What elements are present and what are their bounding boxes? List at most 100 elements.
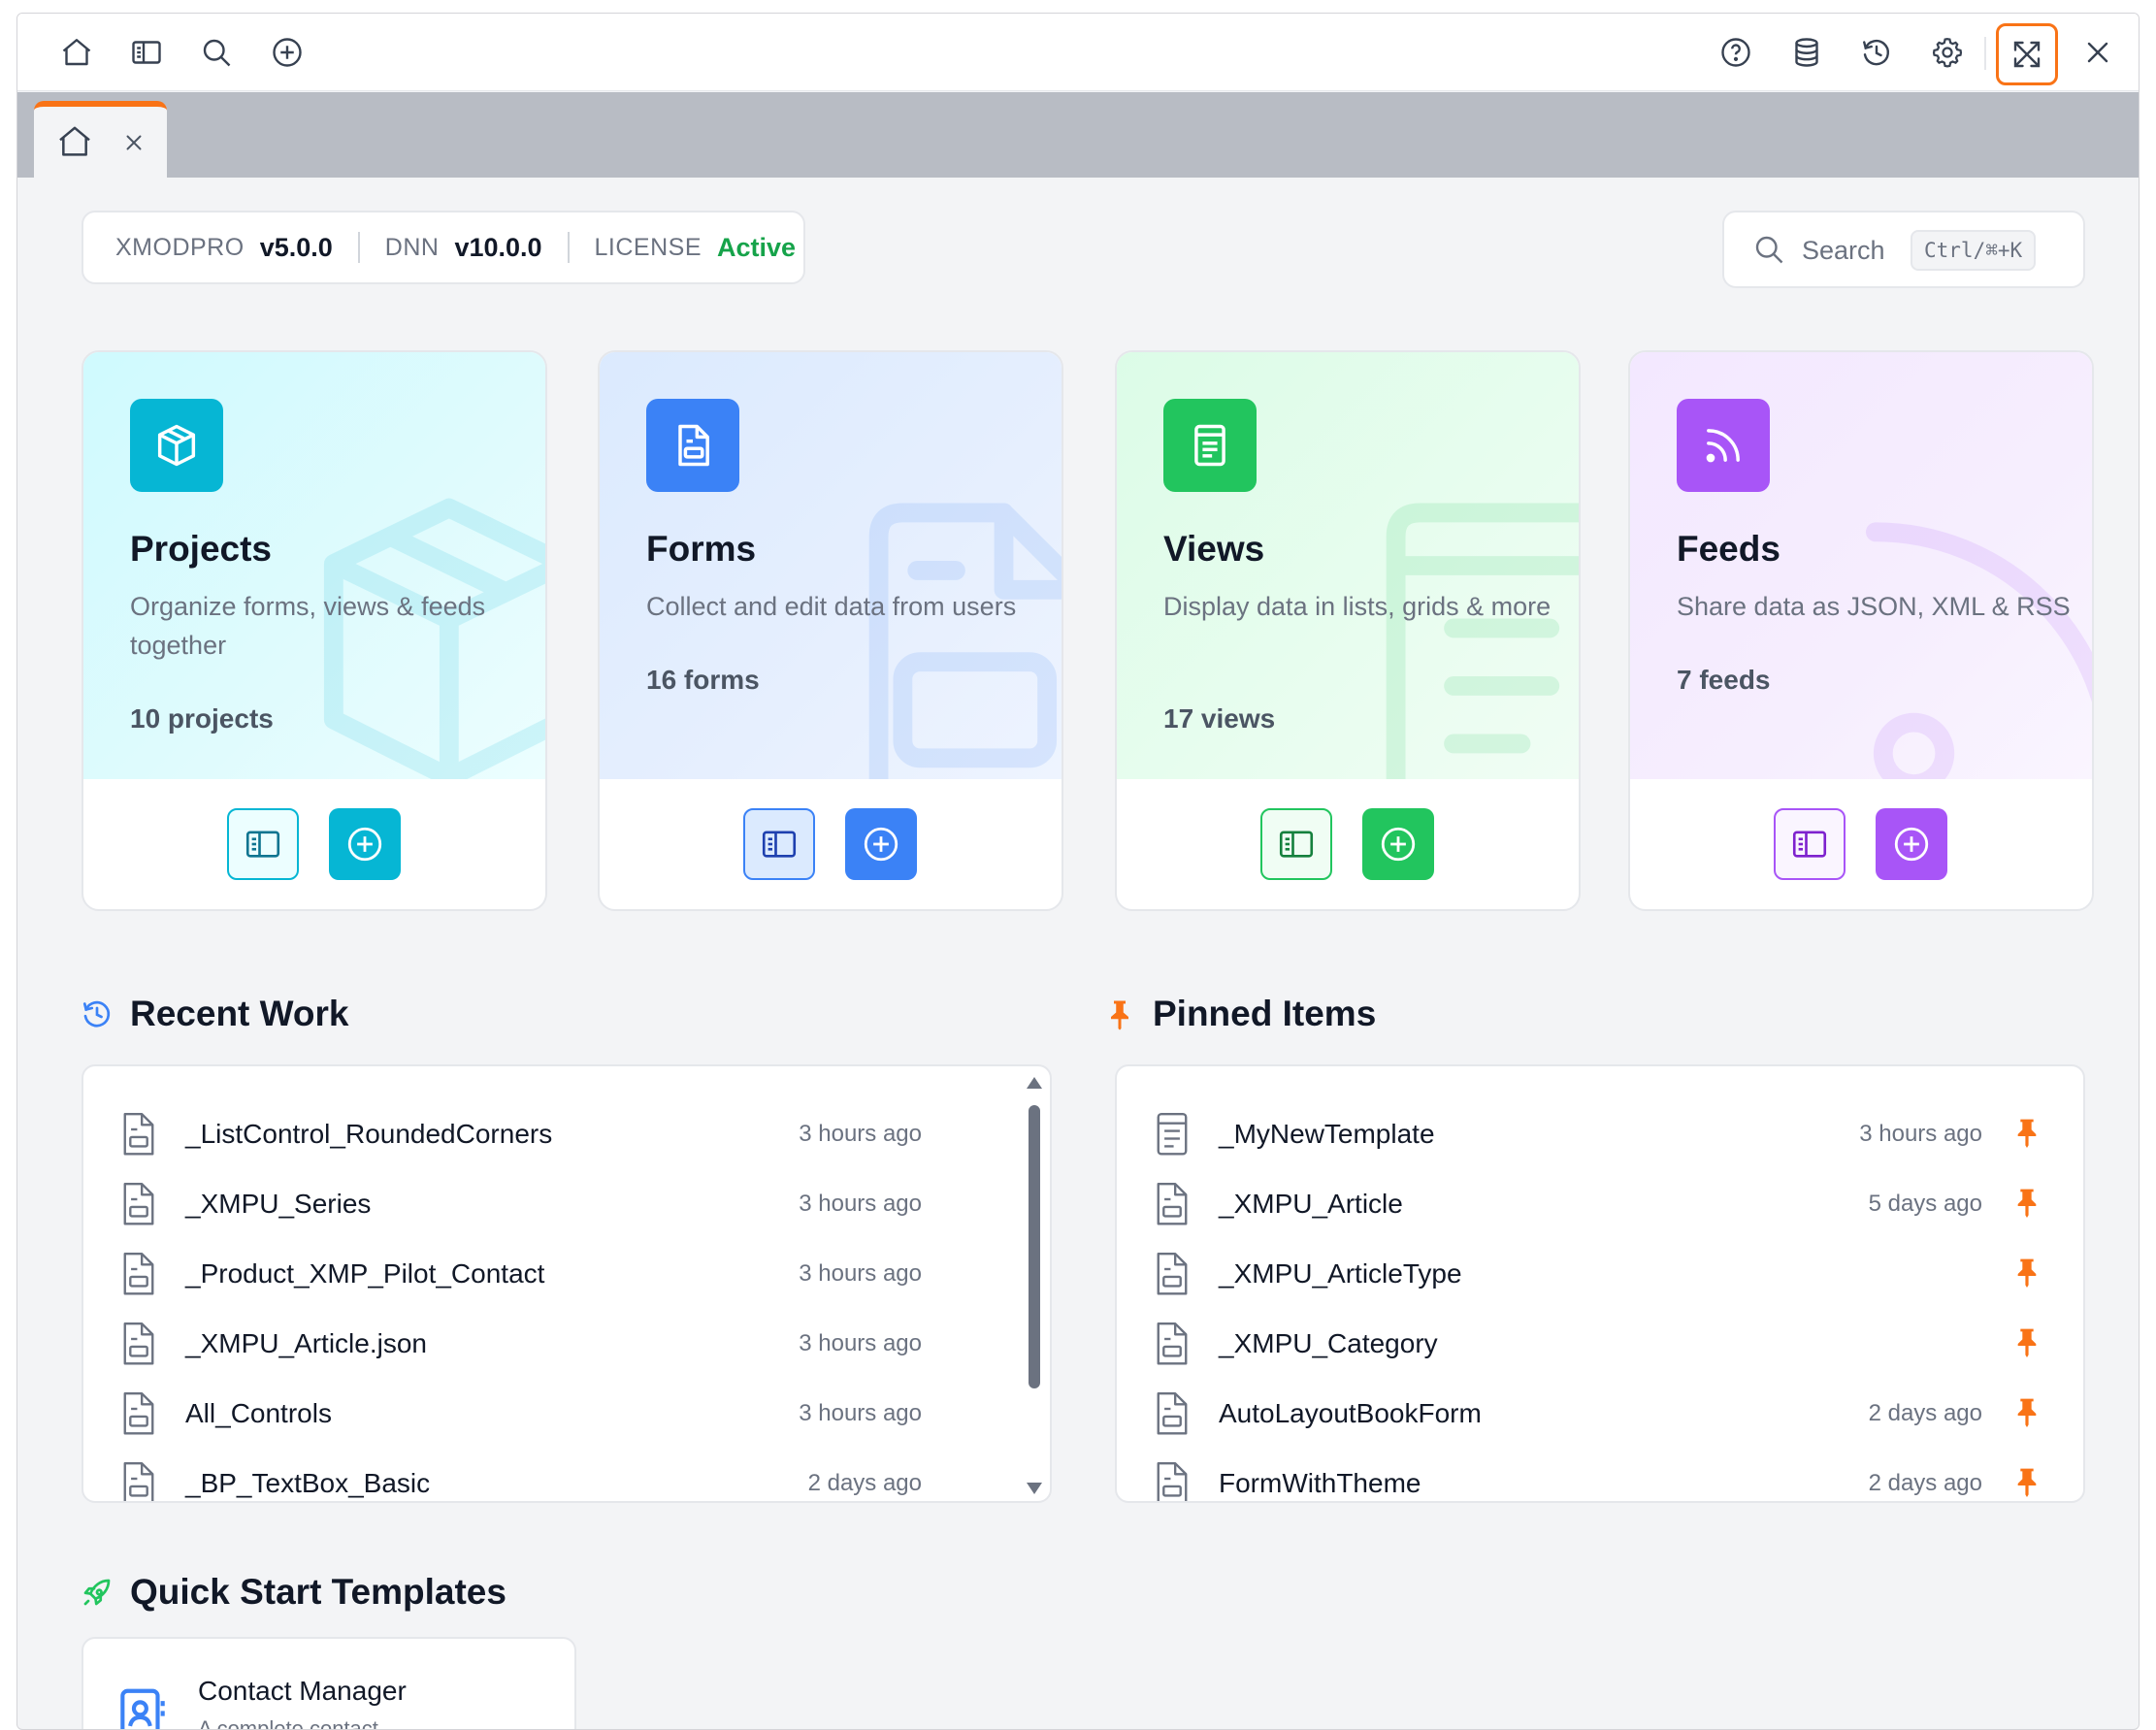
form-file-icon — [120, 1460, 157, 1501]
item-name: _XMPU_Category — [1219, 1328, 1438, 1358]
gear-icon[interactable] — [1921, 26, 1974, 79]
item-time: 2 days ago — [1868, 1470, 1982, 1496]
pinned-item[interactable]: _XMPU_ArticleType — [1117, 1239, 2083, 1309]
form-file-icon — [1154, 1181, 1191, 1227]
pinned-item[interactable]: _XMPU_Category — [1117, 1309, 2083, 1379]
recent-work-heading: Recent Work — [80, 994, 349, 1034]
browse-forms-button[interactable] — [743, 808, 815, 880]
license-status: Active — [717, 232, 797, 262]
search-shortcut: Ctrl/⌘+K — [1911, 230, 2037, 271]
form-file-icon — [120, 1390, 157, 1437]
add-circle-icon — [1381, 827, 1416, 862]
item-time: 3 hours ago — [799, 1400, 922, 1426]
unpin-icon[interactable] — [2011, 1187, 2042, 1222]
panel-icon[interactable] — [120, 26, 173, 79]
history-icon — [82, 1000, 111, 1028]
form-file-icon — [1154, 1321, 1191, 1367]
expand-icon[interactable] — [1996, 23, 2058, 85]
home-icon[interactable] — [50, 26, 103, 79]
recent-item[interactable]: _Product_XMP_Pilot_Contact 3 hours ago — [83, 1239, 1050, 1309]
card-forms: Forms Collect and edit data from users 1… — [598, 350, 1063, 911]
scroll-up-arrow-icon[interactable] — [1026, 1076, 1043, 1090]
pinned-item[interactable]: AutoLayoutBookForm 2 days ago — [1117, 1379, 2083, 1449]
pinned-item[interactable]: _MyNewTemplate 3 hours ago — [1117, 1099, 2083, 1169]
platform-version: v10.0.0 — [454, 232, 542, 262]
recent-item[interactable]: _BP_TextBox_Basic 2 days ago — [83, 1449, 1050, 1501]
add-circle-icon[interactable] — [261, 26, 313, 79]
unpin-icon[interactable] — [2011, 1326, 2042, 1361]
card-description: Organize forms, views & feeds together — [130, 592, 486, 660]
form-file-icon — [1154, 1251, 1191, 1297]
tab-close-icon[interactable] — [121, 130, 147, 155]
add-form-button[interactable] — [845, 808, 917, 880]
unpin-icon[interactable] — [2011, 1117, 2042, 1152]
scrollbar[interactable] — [1025, 1072, 1044, 1499]
recent-item[interactable]: _ListControl_RoundedCorners 3 hours ago — [83, 1099, 1050, 1169]
info-divider — [567, 232, 570, 263]
item-name: _BP_TextBox_Basic — [185, 1468, 431, 1498]
pinned-item[interactable]: FormWithTheme 2 days ago — [1117, 1449, 2083, 1501]
search-icon — [1755, 236, 1783, 264]
item-name: _XMPU_Article — [1219, 1189, 1403, 1219]
recent-work-list: _ListControl_RoundedCorners 3 hours ago _X… — [82, 1064, 1052, 1503]
section-title: Recent Work — [130, 994, 349, 1033]
product-version: v5.0.0 — [259, 232, 333, 262]
app-window: XMODPRO v5.0.0 DNN v10.0.0 LICENSE Activ… — [16, 13, 2140, 1730]
add-feed-button[interactable] — [1876, 808, 1947, 880]
card-feeds-header: Feeds Share data as JSON, XML & RSS 7 fe… — [1630, 352, 2092, 779]
item-time: 3 hours ago — [799, 1191, 922, 1217]
card-count: 10 projects — [130, 703, 274, 734]
search-button[interactable]: Search Ctrl/⌘+K — [1722, 211, 2085, 288]
quick-start-heading: Quick Start Templates — [80, 1572, 506, 1613]
card-title: Projects — [130, 529, 273, 569]
item-name: _MyNewTemplate — [1219, 1119, 1435, 1149]
browse-projects-button[interactable] — [227, 808, 299, 880]
scrollbar-thumb[interactable] — [1029, 1105, 1040, 1388]
browse-feeds-button[interactable] — [1774, 808, 1846, 880]
database-icon[interactable] — [1780, 26, 1833, 79]
card-projects: Projects Organize forms, views & feeds t… — [82, 350, 547, 911]
product-label: XMODPRO — [115, 233, 245, 261]
form-file-icon — [120, 1111, 157, 1158]
item-name: AutoLayoutBookForm — [1219, 1398, 1482, 1428]
item-name: FormWithTheme — [1219, 1468, 1421, 1498]
license-label: LICENSE — [594, 233, 702, 261]
tab-home[interactable] — [34, 101, 167, 178]
item-name: _XMPU_ArticleType — [1219, 1258, 1462, 1289]
add-project-button[interactable] — [329, 808, 401, 880]
panel-icon — [245, 831, 280, 858]
item-time: 3 hours ago — [799, 1121, 922, 1147]
card-views: Views Display data in lists, grids & mor… — [1115, 350, 1581, 911]
recent-item[interactable]: All_Controls 3 hours ago — [83, 1379, 1050, 1449]
search-icon[interactable] — [190, 26, 243, 79]
card-projects-header: Projects Organize forms, views & feeds t… — [83, 352, 545, 779]
template-card-contact-manager[interactable]: Contact Manager A complete contact — [82, 1637, 576, 1729]
close-icon[interactable] — [2072, 26, 2124, 79]
recent-item[interactable]: _XMPU_Article.json 3 hours ago — [83, 1309, 1050, 1379]
pinned-item[interactable]: _XMPU_Article 5 days ago — [1117, 1169, 2083, 1239]
unpin-icon[interactable] — [2011, 1396, 2042, 1431]
scroll-down-arrow-icon[interactable] — [1026, 1482, 1043, 1495]
item-time: 3 hours ago — [1859, 1121, 1982, 1147]
home-icon — [59, 126, 90, 156]
card-feeds: Feeds Share data as JSON, XML & RSS 7 fe… — [1628, 350, 2094, 911]
panel-icon — [1792, 831, 1827, 858]
form-icon — [646, 399, 739, 492]
panel-icon — [1279, 831, 1314, 858]
panel-icon — [762, 831, 797, 858]
item-time: 2 days ago — [807, 1470, 922, 1496]
add-circle-icon — [864, 827, 898, 862]
rss-icon — [1677, 399, 1770, 492]
browse-views-button[interactable] — [1260, 808, 1332, 880]
unpin-icon[interactable] — [2011, 1257, 2042, 1291]
toolbar-divider — [1984, 37, 1986, 70]
recent-item[interactable]: _XMPU_Series 3 hours ago — [83, 1169, 1050, 1239]
unpin-icon[interactable] — [2011, 1466, 2042, 1501]
help-icon[interactable] — [1710, 26, 1762, 79]
view-file-icon — [1154, 1111, 1191, 1158]
card-description: Collect and edit data from users — [646, 592, 1017, 621]
item-name: _Product_XMP_Pilot_Contact — [185, 1258, 545, 1289]
view-icon — [1163, 399, 1257, 492]
add-view-button[interactable] — [1362, 808, 1434, 880]
history-icon[interactable] — [1850, 26, 1903, 79]
